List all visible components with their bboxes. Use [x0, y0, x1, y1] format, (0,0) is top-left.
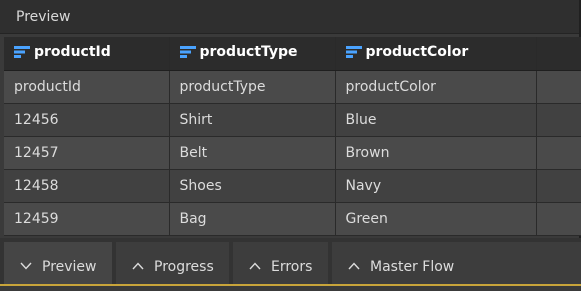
tab-progress[interactable]: Progress	[116, 242, 229, 284]
column-header-productcolor[interactable]: productColor	[335, 37, 537, 71]
table-cell: 12459	[4, 202, 170, 236]
chevron-up-icon	[348, 242, 360, 290]
tab-master-flow[interactable]: Master Flow	[332, 242, 581, 284]
chevron-up-icon	[132, 242, 144, 290]
column-header-producttype[interactable]: productType	[169, 37, 336, 71]
table-cell: productColor	[335, 70, 537, 104]
chevron-up-icon	[249, 242, 261, 290]
table-row: 12458 Shoes Navy	[4, 169, 581, 203]
tab-label: Progress	[154, 259, 214, 275]
table-cell: Green	[335, 202, 537, 236]
table-cell: Blue	[335, 103, 537, 137]
column-field-icon	[14, 45, 30, 63]
table-cell: Shirt	[169, 103, 336, 137]
tab-label: Master Flow	[370, 259, 455, 275]
table-cell-filler	[536, 202, 581, 236]
table-cell-filler	[536, 169, 581, 203]
table-row: productId productType productColor	[4, 70, 581, 104]
table-cell: 12456	[4, 103, 170, 137]
tab-errors[interactable]: Errors	[233, 242, 328, 284]
column-field-icon	[345, 45, 362, 63]
table-cell: 12458	[4, 169, 170, 203]
table-cell: 12457	[4, 136, 170, 170]
tab-label: Preview	[42, 259, 97, 275]
column-header-filler	[536, 37, 581, 71]
column-header-label: productColor	[365, 44, 469, 60]
column-header-productid[interactable]: productId	[4, 37, 170, 71]
table-cell-filler	[536, 70, 581, 104]
table-cell: Shoes	[169, 169, 336, 203]
tab-preview[interactable]: Preview	[4, 242, 112, 284]
preview-panel-header: Preview	[0, 0, 579, 34]
table-cell: productId	[4, 70, 170, 104]
table-row: 12457 Belt Brown	[4, 136, 581, 170]
chevron-down-icon	[20, 242, 32, 290]
table-row: 12456 Shirt Blue	[4, 103, 581, 137]
column-header-label: productType	[199, 44, 298, 60]
panel-title: Preview	[16, 9, 71, 25]
table-cell-filler	[536, 103, 581, 137]
column-header-label: productId	[34, 44, 111, 60]
tab-label: Errors	[271, 259, 313, 275]
table-row: 12459 Bag Green	[4, 202, 581, 236]
table-cell-filler	[536, 136, 581, 170]
table-header-row: productId productType productColor	[4, 37, 581, 71]
data-preview-table: productId productType productColor produ…	[4, 37, 581, 236]
column-field-icon	[179, 45, 196, 63]
bottom-tab-bar: Preview Progress Errors Master Flow	[0, 238, 581, 284]
table-cell: Bag	[169, 202, 336, 236]
table-cell: Brown	[335, 136, 537, 170]
table-cell: Belt	[169, 136, 336, 170]
table-cell: Navy	[335, 169, 537, 203]
table-cell: productType	[169, 70, 336, 104]
